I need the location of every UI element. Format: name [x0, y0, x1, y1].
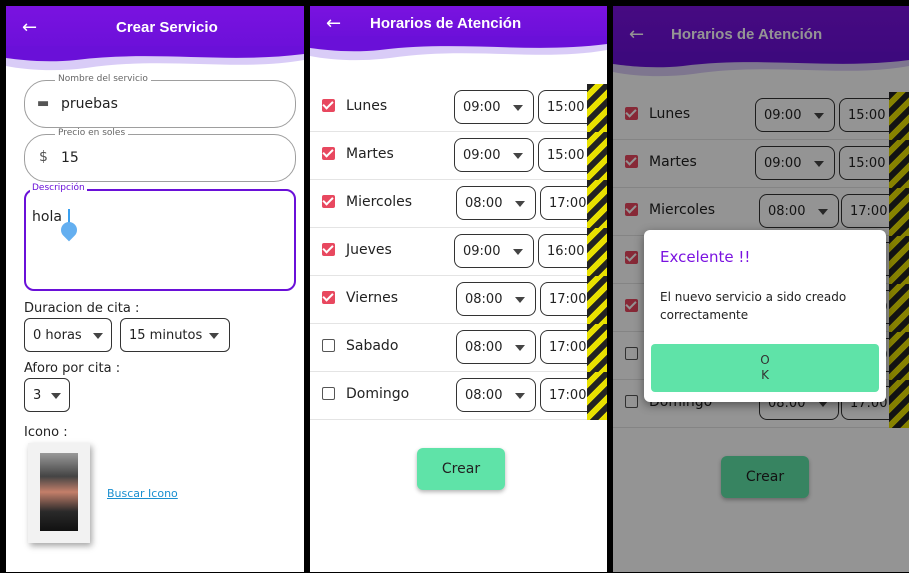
- start-time-value: 08:00: [465, 388, 503, 403]
- header-wave: [310, 36, 607, 61]
- start-time-select[interactable]: 08:00: [456, 330, 536, 364]
- schedule-row: Martes 09:00 15:00: [310, 132, 607, 180]
- duration-minutes-select[interactable]: 15 minutos: [120, 318, 230, 352]
- arrow-left-icon[interactable]: ←: [22, 19, 37, 37]
- day-checkbox[interactable]: [322, 291, 335, 304]
- screen-horarios: ← Horarios de Atención Lunes 09:00 15:00 Ma…: [310, 6, 607, 572]
- chevron-down-icon: [513, 249, 523, 255]
- capacity-value: 3: [33, 388, 42, 403]
- chevron-down-icon: [513, 153, 523, 159]
- store-icon: ▬: [37, 96, 50, 111]
- schedule-row: Domingo 08:00 17:00: [310, 372, 607, 420]
- chevron-down-icon: [513, 105, 523, 111]
- start-time-value: 08:00: [465, 292, 503, 307]
- service-name-value: pruebas: [61, 96, 118, 112]
- end-time-value: 16:00: [547, 244, 585, 259]
- dollar-icon: $: [39, 149, 48, 165]
- chevron-down-icon: [515, 201, 525, 207]
- start-time-value: 09:00: [463, 148, 501, 163]
- start-time-value: 09:00: [463, 244, 501, 259]
- search-icon-link[interactable]: Buscar Icono: [107, 487, 178, 500]
- dialog-message: El nuevo servicio a sido creado correcta…: [660, 290, 847, 322]
- end-time-value: 17:00: [549, 388, 587, 403]
- end-time-value: 17:00: [549, 292, 587, 307]
- overflow-warning-stripe: [587, 276, 607, 324]
- chevron-down-icon: [515, 345, 525, 351]
- screen-horarios-dialog: ← Horarios de Atención Lunes 09:00 15:00 Ma…: [613, 6, 909, 572]
- duration-hours-select[interactable]: 0 horas: [24, 318, 112, 352]
- overflow-warning-stripe: [587, 180, 607, 228]
- capacity-label: Aforo por cita :: [24, 361, 121, 376]
- end-time-value: 17:00: [549, 340, 587, 355]
- chevron-down-icon: [93, 333, 103, 339]
- day-label: Martes: [346, 146, 394, 162]
- day-checkbox[interactable]: [322, 339, 335, 352]
- duration-hours-value: 0 horas: [33, 328, 82, 343]
- overflow-warning-stripe: [587, 372, 607, 420]
- chevron-down-icon: [515, 393, 525, 399]
- price-label: Precio en soles: [55, 128, 129, 138]
- chevron-down-icon: [515, 297, 525, 303]
- start-time-value: 08:00: [465, 340, 503, 355]
- overflow-warning-stripe: [587, 228, 607, 276]
- description-label: Descripción: [30, 183, 87, 193]
- dialog-title: Excelente !!: [660, 248, 751, 266]
- arrow-left-icon[interactable]: ←: [326, 15, 341, 33]
- icon-preview-image: [40, 453, 78, 531]
- service-name-label: Nombre del servicio: [55, 74, 151, 84]
- start-time-select[interactable]: 08:00: [456, 282, 536, 316]
- day-checkbox[interactable]: [322, 387, 335, 400]
- duration-minutes-value: 15 minutos: [129, 328, 203, 343]
- create-button[interactable]: Crear: [417, 448, 505, 490]
- start-time-select[interactable]: 08:00: [456, 186, 536, 220]
- icon-preview[interactable]: [28, 443, 90, 543]
- end-time-value: 15:00: [547, 100, 585, 115]
- day-checkbox[interactable]: [322, 99, 335, 112]
- day-label: Viernes: [346, 290, 399, 306]
- day-checkbox[interactable]: [322, 195, 335, 208]
- overflow-warning-stripe: [587, 324, 607, 372]
- description-field[interactable]: Descripción hola: [24, 183, 296, 291]
- day-label: Miercoles: [346, 194, 413, 210]
- day-label: Sabado: [346, 338, 399, 354]
- service-name-field[interactable]: Nombre del servicio ▬ pruebas: [24, 74, 296, 128]
- page-title: Crear Servicio: [116, 19, 218, 36]
- chevron-down-icon: [51, 393, 61, 399]
- overflow-warning-stripe: [587, 132, 607, 180]
- capacity-select[interactable]: 3: [24, 378, 70, 412]
- overflow-warning-stripe: [587, 84, 607, 132]
- day-checkbox[interactable]: [322, 243, 335, 256]
- start-time-value: 08:00: [465, 196, 503, 211]
- schedule-row: Lunes 09:00 15:00: [310, 84, 607, 132]
- end-time-value: 17:00: [549, 196, 587, 211]
- icon-label: Icono :: [24, 425, 68, 440]
- end-time-value: 15:00: [547, 148, 585, 163]
- price-value: 15: [61, 150, 79, 166]
- day-label: Jueves: [346, 242, 392, 258]
- day-checkbox[interactable]: [322, 147, 335, 160]
- screen-crear-servicio: ← Crear Servicio Nombre del servicio ▬ p…: [6, 6, 304, 572]
- day-label: Lunes: [346, 98, 388, 114]
- start-time-select[interactable]: 09:00: [454, 234, 534, 268]
- price-field[interactable]: Precio en soles $ 15: [24, 128, 296, 182]
- schedule-row: Miercoles 08:00 17:00: [310, 180, 607, 228]
- page-title: Horarios de Atención: [370, 15, 522, 32]
- schedule-row: Viernes 08:00 17:00: [310, 276, 607, 324]
- header-wave: [6, 46, 304, 71]
- start-time-select[interactable]: 09:00: [454, 90, 534, 124]
- start-time-select[interactable]: 08:00: [456, 378, 536, 412]
- schedule-row: Sabado 08:00 17:00: [310, 324, 607, 372]
- day-label: Domingo: [346, 386, 410, 402]
- duration-label: Duracion de cita :: [24, 301, 140, 316]
- chevron-down-icon: [209, 333, 219, 339]
- ok-button-label: OK: [760, 353, 770, 382]
- schedule-row: Jueves 09:00 16:00: [310, 228, 607, 276]
- ok-button[interactable]: OK: [651, 344, 879, 392]
- success-dialog: Excelente !! El nuevo servicio a sido cr…: [644, 230, 886, 402]
- start-time-value: 09:00: [463, 100, 501, 115]
- start-time-select[interactable]: 09:00: [454, 138, 534, 172]
- description-value: hola: [32, 209, 62, 225]
